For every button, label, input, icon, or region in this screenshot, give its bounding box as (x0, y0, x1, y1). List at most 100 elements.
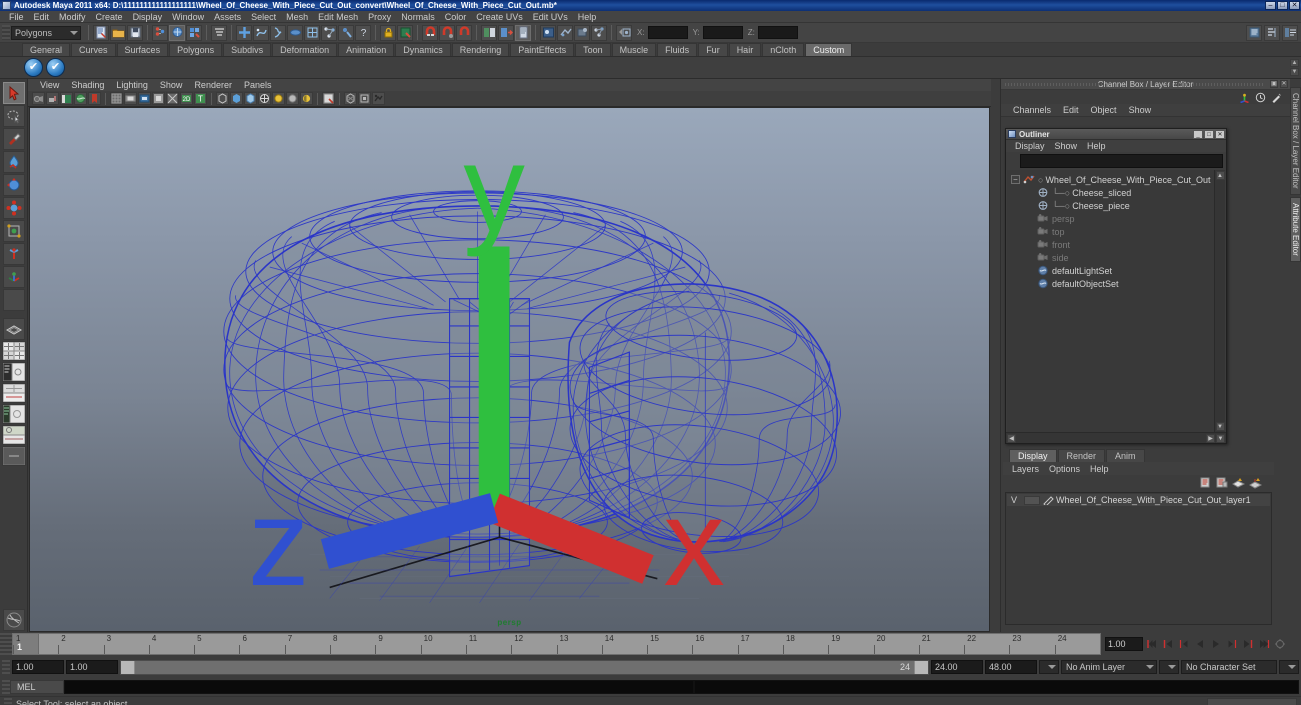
quick-layout-hypershade-persp[interactable] (1, 383, 26, 403)
animation-start-time-field[interactable]: 1.00 (12, 660, 64, 674)
last-tool-used[interactable] (2, 289, 25, 311)
shelf-tab-subdivs[interactable]: Subdivs (223, 43, 272, 56)
scroll-left-icon[interactable]: ◀ (1007, 433, 1016, 443)
select-tool[interactable] (2, 82, 25, 104)
viewport-menu-view[interactable]: View (34, 79, 65, 91)
show-manipulator-tool[interactable] (2, 266, 25, 288)
ipr-render-button[interactable] (557, 24, 573, 41)
lighting-default-icon[interactable] (272, 92, 285, 105)
step-back-frame-icon[interactable] (1177, 637, 1191, 651)
shelf-scroll-arrows[interactable]: ▲ ▼ (1290, 59, 1299, 76)
range-start-time-field[interactable]: 1.00 (66, 660, 118, 674)
close-panel-button[interactable]: ✕ (1280, 80, 1288, 88)
anim-layer-options-dropdown[interactable] (1159, 660, 1179, 674)
shadows-icon[interactable] (300, 92, 313, 105)
anim-layer-dropdown[interactable]: No Anim Layer (1061, 660, 1157, 674)
render-current-frame-button[interactable] (540, 24, 556, 41)
minimize-button[interactable]: – (1265, 1, 1276, 10)
menu-item-color[interactable]: Color (440, 11, 472, 23)
perspective-viewport[interactable]: y x z persp (29, 107, 990, 632)
rotate-tool[interactable] (2, 197, 25, 219)
layer-editor-tab-anim[interactable]: Anim (1106, 449, 1145, 462)
step-forward-frame-icon[interactable] (1225, 637, 1239, 651)
go-to-end-icon[interactable] (1257, 637, 1271, 651)
smooth-shade-all-icon[interactable] (230, 92, 243, 105)
shelf-tab-toon[interactable]: Toon (575, 43, 611, 56)
menu-item-edit-mesh[interactable]: Edit Mesh (313, 11, 363, 23)
menu-item-window[interactable]: Window (167, 11, 209, 23)
outliner-menu-help[interactable]: Help (1082, 141, 1111, 151)
outliner-close-button[interactable]: ✕ (1215, 129, 1225, 139)
snap-to-live-surface-button[interactable] (304, 24, 320, 41)
snap-to-grid-button[interactable] (236, 24, 252, 41)
outliner-search-input[interactable] (1020, 154, 1223, 168)
xray-joints-icon[interactable] (358, 92, 371, 105)
time-slider-grip[interactable] (0, 633, 12, 655)
paint-effects-globe-icon[interactable] (2, 609, 25, 631)
maximize-button[interactable]: □ (1277, 1, 1288, 10)
absolute-relative-transform-button[interactable] (616, 24, 632, 41)
menu-item-modify[interactable]: Modify (54, 11, 91, 23)
float-panel-button[interactable]: ▣ (1270, 80, 1278, 88)
scroll-end-icon[interactable]: ▼ (1216, 433, 1225, 443)
shelf-tab-fluids[interactable]: Fluids (657, 43, 698, 56)
input-connections-button[interactable] (321, 24, 337, 41)
layer-row[interactable]: V Wheel_Of_Cheese_With_Piece_Cut_Out_laye… (1007, 494, 1270, 507)
shelf-tab-custom[interactable]: Custom (805, 43, 853, 56)
lighting-all-lights-icon[interactable] (286, 92, 299, 105)
step-forward-key-icon[interactable] (1241, 637, 1255, 651)
x-input[interactable] (647, 26, 688, 39)
soft-modification-tool[interactable] (2, 151, 25, 173)
render-view-button[interactable] (397, 24, 413, 41)
viewport-menu-panels[interactable]: Panels (238, 79, 278, 91)
shelf-scroll-down-icon[interactable]: ▼ (1290, 68, 1299, 76)
outliner-item-side[interactable]: side (1007, 251, 1214, 264)
show-tool-settings-panel-button[interactable] (1282, 24, 1298, 41)
layer-list[interactable]: V Wheel_Of_Cheese_With_Piece_Cut_Out_laye… (1005, 492, 1272, 625)
show-hide-tool-settings-button[interactable] (515, 24, 531, 41)
paint-select-tool[interactable] (2, 128, 25, 150)
outliner-item-cheese_sliced[interactable]: └─○ Cheese_sliced (1007, 186, 1214, 199)
magnet-snap-1-button[interactable] (422, 24, 438, 41)
viewport-menu-lighting[interactable]: Lighting (110, 79, 154, 91)
range-end-time-field[interactable]: 24.00 (931, 660, 983, 674)
move-tool[interactable] (2, 174, 25, 196)
quick-layout-persp-graph[interactable] (1, 404, 26, 424)
lock-button[interactable] (380, 24, 396, 41)
lasso-select-tool[interactable] (2, 105, 25, 127)
shelf-tab-dynamics[interactable]: Dynamics (395, 43, 451, 56)
layer-editor-tab-render[interactable]: Render (1057, 449, 1106, 462)
quick-layout-custom[interactable] (1, 446, 26, 466)
range-slider-grip[interactable] (2, 659, 10, 675)
channel-box-menu-channels[interactable]: Channels (1007, 105, 1057, 115)
image-plane-icon[interactable] (74, 92, 87, 105)
range-end-grip[interactable] (914, 660, 928, 674)
select-by-object-type-button[interactable] (169, 24, 185, 41)
outliner-tree[interactable]: – ○ Wheel_Of_Cheese_With_Piece_Cut_Out └─○ C… (1007, 170, 1225, 432)
exposure-icon[interactable] (166, 92, 179, 105)
selection-mode-dropdown[interactable]: Polygons (11, 25, 81, 40)
layer-editor-menu-layers[interactable]: Layers (1007, 464, 1044, 474)
close-button[interactable]: ✕ (1289, 1, 1300, 10)
shelf-tab-painteffects[interactable]: PaintEffects (510, 43, 575, 56)
help-line-grip[interactable] (4, 698, 12, 705)
command-input-field[interactable] (64, 680, 694, 694)
outliner-menu-show[interactable]: Show (1050, 141, 1083, 151)
outliner-item-cheese_piece[interactable]: └─○ Cheese_piece (1007, 199, 1214, 212)
shelf-tab-polygons[interactable]: Polygons (169, 43, 223, 56)
new-layer-from-selected-icon[interactable] (1215, 477, 1228, 489)
select-by-hierarchy-button[interactable] (152, 24, 168, 41)
shading-pencil-icon[interactable] (1271, 92, 1282, 103)
magnet-snap-2-button[interactable] (439, 24, 455, 41)
two-d-pan-zoom-icon[interactable]: 2D (180, 92, 193, 105)
time-slider[interactable]: 1 1 2 3 4 5 6 7 8 9 10 11 12 13 14 15 16 17 18 19 20 21 22 23 2… (12, 633, 1101, 655)
step-back-key-icon[interactable] (1161, 637, 1175, 651)
menu-item-edit-uvs[interactable]: Edit UVs (528, 11, 573, 23)
check-shelf-icon-1[interactable]: ✔ (24, 58, 43, 77)
outliner-item-front[interactable]: front (1007, 238, 1214, 251)
outliner-expand-toggle[interactable]: – (1011, 175, 1020, 184)
outliner-horizontal-scrollbar[interactable]: ◀ ▶ ▼ (1006, 432, 1226, 443)
scroll-right-icon[interactable]: ▶ (1206, 433, 1215, 443)
shelf-scroll-up-icon[interactable]: ▲ (1290, 59, 1299, 67)
hardware-texturing-icon[interactable] (372, 92, 385, 105)
